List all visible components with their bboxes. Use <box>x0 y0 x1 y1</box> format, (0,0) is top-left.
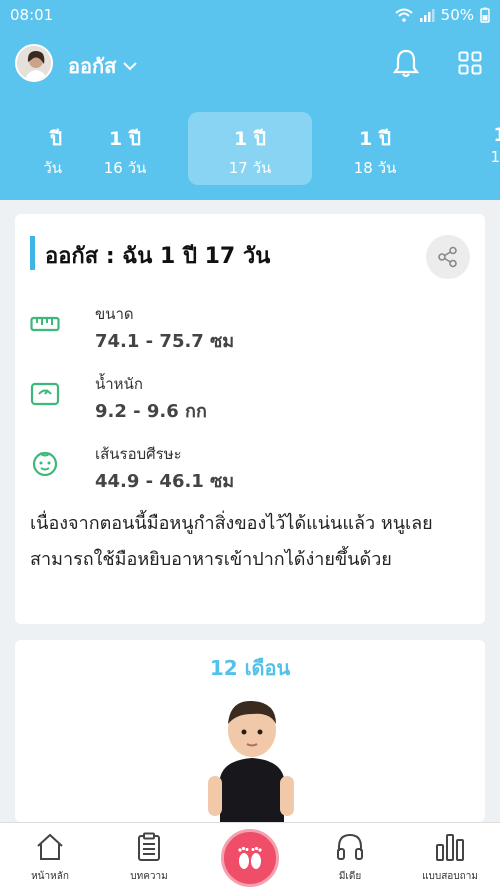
age-tab-year: 1 ปี <box>359 128 391 150</box>
stat-label: เส้นรอบศีรษะ <box>95 445 182 463</box>
age-tab-year: ปี <box>49 128 62 150</box>
baby-photo <box>208 700 294 822</box>
notification-button[interactable] <box>392 48 420 82</box>
age-tab-year: 1 <box>493 124 500 146</box>
battery-percent: 50% <box>440 6 474 24</box>
growth-info-card: ออกัส : ฉัน 1 ปี 17 วัน ขนาด 74.1 - 75.7… <box>15 214 485 624</box>
footprints-icon <box>238 846 262 869</box>
baby-face-icon <box>32 451 58 476</box>
age-tab-day: 18 วัน <box>353 159 397 177</box>
nav-articles[interactable]: บทความ <box>109 823 189 889</box>
nav-media[interactable]: มีเดีย <box>310 823 390 889</box>
app-header: ออกัส <box>0 30 500 100</box>
battery-icon <box>480 7 490 23</box>
age-tab-selected[interactable]: 1 ปี 17 วัน <box>188 112 312 185</box>
stat-head-circumference: เส้นรอบศีรษะ 44.9 - 46.1 ซม <box>30 442 450 492</box>
stat-value: 74.1 - 75.7 ซม <box>95 331 235 352</box>
age-tab[interactable]: 1 ปี 18 วัน <box>313 112 437 185</box>
bottom-navigation: หน้าหลัก บทความ มีเดีย แบบสอบถาม <box>0 822 500 889</box>
age-tab-year: 1 ปี <box>234 128 266 150</box>
age-tab[interactable]: 1 ปี 16 วัน <box>63 112 187 185</box>
nav-label: บทความ <box>130 871 168 882</box>
nav-baby-tracker-button[interactable] <box>221 829 279 887</box>
stat-value: 44.9 - 46.1 ซม <box>95 471 235 492</box>
share-icon <box>438 246 457 268</box>
status-bar: 08:01 50% <box>0 0 500 30</box>
card-title: ออกัส : ฉัน 1 ปี 17 วัน <box>45 244 271 269</box>
status-indicators: 50% <box>394 6 490 24</box>
profile-switcher[interactable]: ออกัส <box>68 50 138 82</box>
headphones-icon <box>337 833 363 860</box>
share-button[interactable] <box>426 235 470 279</box>
avatar[interactable] <box>15 44 53 82</box>
ruler-icon <box>30 316 60 332</box>
age-tab[interactable]: 1 19 <box>438 112 500 185</box>
stat-weight: น้ำหนัก 9.2 - 9.6 กก <box>30 372 450 422</box>
age-tabs: ปี วัน 1 ปี 16 วัน 1 ปี 17 วัน 1 ปี 18 ว… <box>0 100 500 200</box>
grid-icon <box>458 51 482 75</box>
milestone-card[interactable]: 12 เดือน <box>15 640 485 822</box>
title-accent-bar <box>30 236 35 270</box>
nav-label: หน้าหลัก <box>31 871 69 882</box>
age-tab-day: 16 วัน <box>103 159 147 177</box>
stat-value: 9.2 - 9.6 กก <box>95 401 207 422</box>
wifi-icon <box>394 8 413 22</box>
nav-label: มีเดีย <box>338 871 362 882</box>
development-description: เนื่องจากตอนนี้มือหนูกำสิ่งของไว้ได้แน่น… <box>30 513 433 570</box>
stat-length: ขนาด 74.1 - 75.7 ซม <box>30 302 450 352</box>
age-tab[interactable]: ปี วัน <box>0 112 62 185</box>
bell-icon <box>392 49 420 78</box>
signal-icon <box>419 9 435 22</box>
age-tab-day: 17 วัน <box>228 159 272 177</box>
nav-survey[interactable]: แบบสอบถาม <box>410 823 490 889</box>
profile-name: ออกัส <box>68 54 117 78</box>
menu-grid-button[interactable] <box>458 51 482 79</box>
home-icon <box>37 833 63 860</box>
status-time: 08:01 <box>10 6 54 24</box>
clipboard-icon <box>138 832 160 861</box>
stat-label: ขนาด <box>95 305 134 323</box>
nav-home[interactable]: หน้าหลัก <box>10 823 90 889</box>
scale-icon <box>30 382 60 406</box>
month-label: 12 เดือน <box>209 656 291 680</box>
age-tab-day: วัน <box>43 159 62 177</box>
age-tab-day: 19 <box>490 148 500 166</box>
stat-label: น้ำหนัก <box>95 375 143 393</box>
age-tab-year: 1 ปี <box>109 128 141 150</box>
nav-label: แบบสอบถาม <box>422 871 478 882</box>
chevron-down-icon <box>123 62 138 71</box>
bar-chart-icon <box>436 834 464 861</box>
